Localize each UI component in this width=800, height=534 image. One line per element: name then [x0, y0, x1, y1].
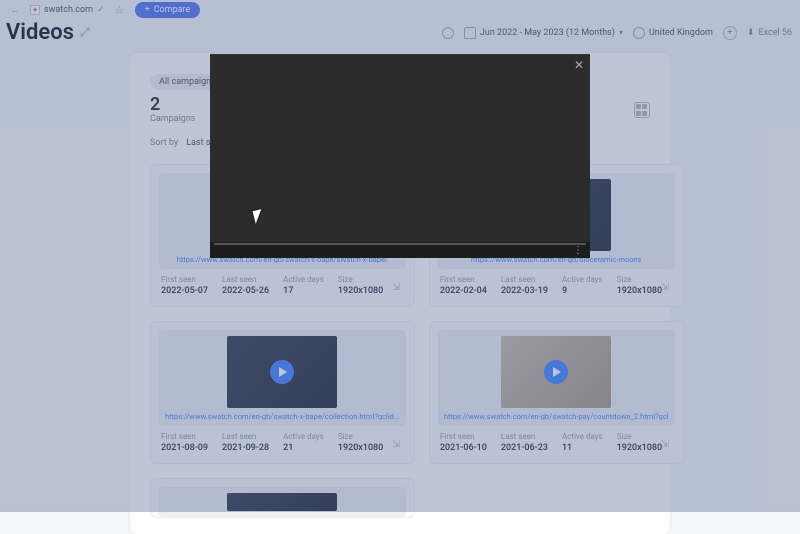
video-player-area[interactable]: [210, 54, 590, 242]
more-options-icon[interactable]: ⋮: [573, 245, 584, 256]
video-controls[interactable]: ⋮: [210, 242, 590, 258]
progress-bar[interactable]: [214, 243, 586, 245]
video-player-modal: ✕ ⋮: [210, 54, 590, 258]
video-modal-overlay[interactable]: ✕ ⋮: [0, 0, 800, 512]
